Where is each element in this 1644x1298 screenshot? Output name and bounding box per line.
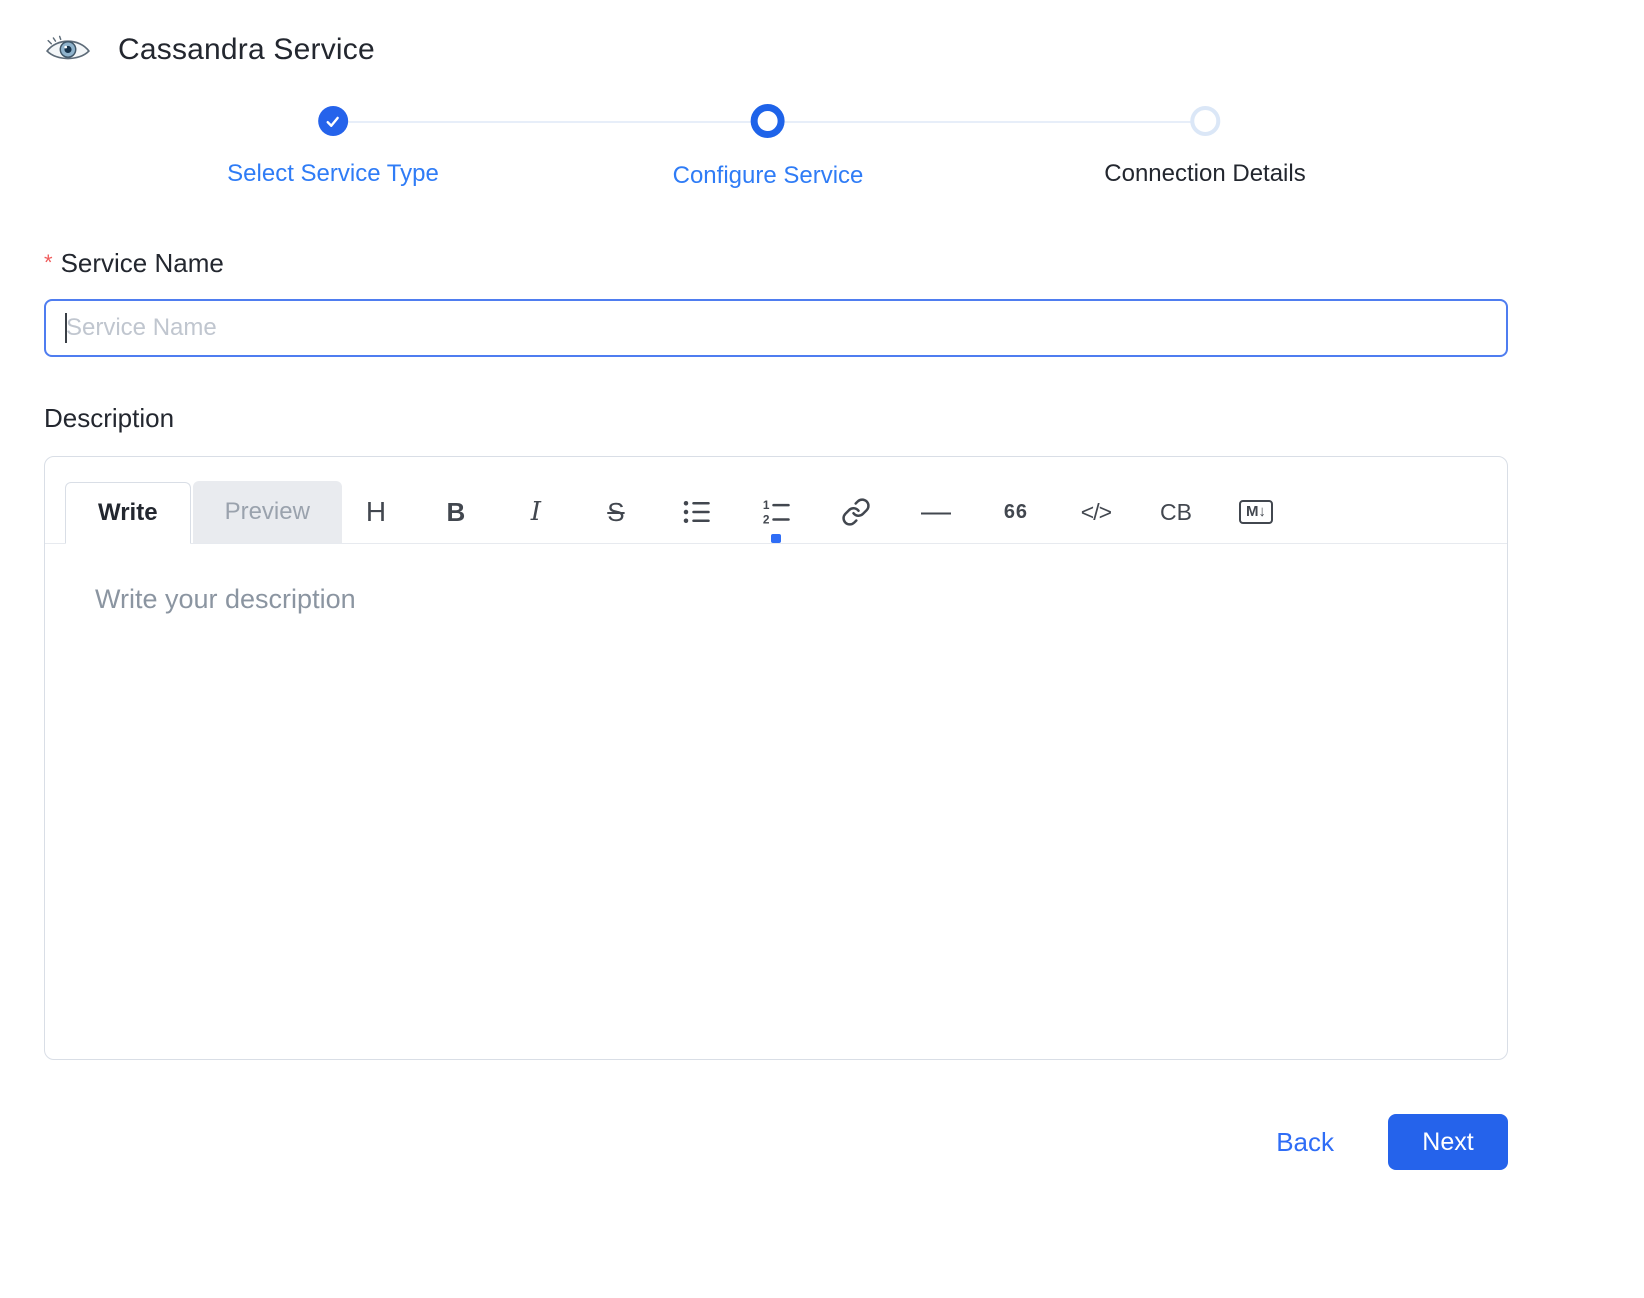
description-editor-area[interactable] [93, 582, 1483, 1060]
bulleted-list-button[interactable] [676, 489, 716, 535]
cassandra-logo-icon [44, 34, 92, 66]
tab-preview[interactable]: Preview [193, 481, 342, 543]
tab-write[interactable]: Write [65, 482, 191, 544]
horizontal-rule-button[interactable]: — [916, 489, 956, 535]
italic-button[interactable]: I [516, 489, 556, 535]
code-block-icon: CB [1160, 499, 1192, 526]
svg-text:2: 2 [763, 512, 770, 526]
service-name-input-wrap [44, 299, 1508, 357]
code-block-button[interactable]: CB [1156, 489, 1196, 535]
bold-icon: B [447, 497, 466, 528]
wizard-stepper: Select Service Type Configure Service Co… [44, 102, 1508, 202]
link-icon [841, 497, 871, 527]
step-active-circle [751, 104, 785, 138]
service-wizard-page: Cassandra Service Select Service Type Co… [44, 0, 1508, 1170]
service-name-label-text: Service Name [61, 248, 224, 278]
editor-body [45, 544, 1507, 1060]
text-cursor [65, 313, 67, 343]
tooltip-caret [771, 534, 781, 543]
service-name-input[interactable] [44, 299, 1508, 357]
numbered-list-icon: 1 2 [761, 497, 791, 527]
step-label: Select Service Type [227, 160, 439, 188]
step-label: Configure Service [673, 162, 864, 190]
bulleted-list-icon [681, 497, 711, 527]
bold-button[interactable]: B [436, 489, 476, 535]
back-button[interactable]: Back [1270, 1126, 1340, 1159]
step-configure-service[interactable]: Configure Service [673, 102, 864, 190]
link-button[interactable] [836, 489, 876, 535]
required-asterisk: * [44, 250, 53, 275]
service-name-label: * Service Name [44, 248, 1508, 279]
svg-text:1: 1 [763, 498, 770, 512]
italic-icon: I [531, 497, 541, 527]
heading-button[interactable]: H [356, 489, 396, 535]
horizontal-rule-icon: — [921, 495, 951, 529]
step-connection-details[interactable]: Connection Details [1104, 102, 1305, 188]
editor-toolbar: Write Preview H B I S [45, 457, 1507, 544]
page-title: Cassandra Service [118, 33, 375, 67]
editor-toolbar-tools: H B I S [356, 481, 1276, 543]
step-pending-circle [1190, 106, 1220, 136]
next-button[interactable]: Next [1388, 1114, 1508, 1170]
markdown-button[interactable]: M↓ [1236, 489, 1276, 535]
wizard-footer: Back Next [44, 1114, 1508, 1170]
markdown-icon: M↓ [1239, 500, 1273, 524]
page-header: Cassandra Service [44, 24, 1508, 76]
description-label: Description [44, 403, 1508, 434]
inline-code-icon: </> [1081, 499, 1111, 526]
description-markdown-editor: Write Preview H B I S [44, 456, 1508, 1060]
step-select-service-type[interactable]: Select Service Type [227, 102, 439, 188]
numbered-list-button[interactable]: 1 2 [756, 489, 796, 535]
quote-button[interactable]: 66 [996, 489, 1036, 535]
strikethrough-icon: S [607, 497, 624, 528]
heading-icon: H [366, 496, 386, 528]
strikethrough-button[interactable]: S [596, 489, 636, 535]
step-completed-circle [318, 106, 348, 136]
inline-code-button[interactable]: </> [1076, 489, 1116, 535]
step-label: Connection Details [1104, 160, 1305, 188]
check-icon [324, 113, 341, 130]
quote-icon: 66 [1004, 501, 1028, 524]
